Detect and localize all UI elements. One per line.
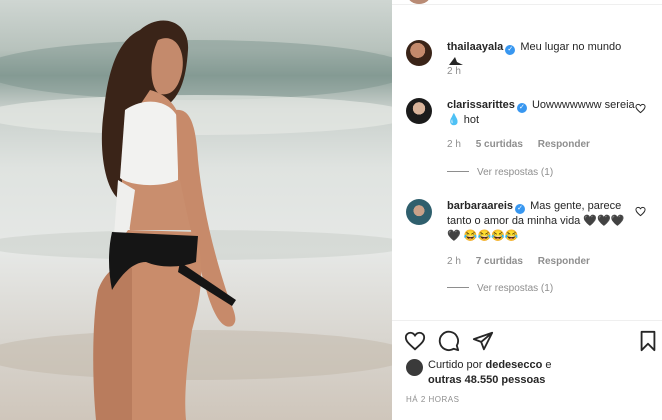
comment-meta: 2 h 7 curtidas Responder — [447, 256, 602, 267]
liker-avatar[interactable] — [406, 359, 423, 376]
liker-username[interactable]: dedesecco — [485, 359, 542, 371]
caption-time: 2 h — [447, 66, 461, 77]
post-timestamp[interactable]: HÁ 2 HORAS — [406, 395, 459, 404]
likes-prefix: Curtido por — [428, 359, 483, 371]
comment-time: 2 h — [447, 256, 461, 267]
caption-text: Meu lugar no mundo — [520, 41, 622, 53]
view-replies[interactable]: Ver respostas (1) — [447, 283, 553, 294]
verified-icon: ✓ — [516, 103, 527, 113]
likes-others[interactable]: outras 48.550 pessoas — [428, 374, 545, 386]
caption: thailaayala ✓ Meu lugar no mundo — [447, 40, 637, 70]
commenter-avatar[interactable] — [406, 199, 432, 225]
caption-meta: 2 h — [447, 66, 473, 77]
like-comment-heart-icon[interactable] — [635, 206, 646, 217]
comment-username[interactable]: barbaraareis — [447, 200, 513, 212]
comment-time: 2 h — [447, 139, 461, 150]
post-photo[interactable] — [0, 0, 392, 420]
heart-icon[interactable] — [404, 330, 426, 352]
comment-icon[interactable] — [438, 330, 460, 352]
comment-username[interactable]: clarissarittes — [447, 99, 515, 111]
comment-item: barbaraareis ✓ Mas gente, parece tanto o … — [447, 199, 637, 244]
view-replies-label[interactable]: Ver respostas (1) — [477, 283, 553, 294]
likes-connector: e — [545, 359, 552, 371]
view-replies-label[interactable]: Ver respostas (1) — [477, 167, 553, 178]
comment-likes-count[interactable]: 7 curtidas — [476, 256, 523, 267]
author-avatar[interactable] — [406, 40, 432, 66]
comments-panel: thailaayala ✓ Meu lugar no mundo 2 h clar… — [392, 0, 662, 420]
reply-button[interactable]: Responder — [538, 256, 590, 267]
like-comment-heart-icon[interactable] — [635, 103, 646, 114]
divider — [392, 4, 662, 5]
comment-likes-count[interactable]: 5 curtidas — [476, 139, 523, 150]
comment-item: clarissarittes ✓ Uowwwwwww sereia 💧 hot — [447, 98, 637, 128]
divider — [447, 287, 469, 288]
verified-icon: ✓ — [505, 45, 516, 55]
likes-summary: Curtido por dedesecco e outras 48.550 pe… — [428, 358, 628, 388]
shark-emoji-icon — [449, 57, 463, 65]
commenter-avatar[interactable] — [406, 98, 432, 124]
view-replies[interactable]: Ver respostas (1) — [447, 167, 553, 178]
author-username[interactable]: thailaayala — [447, 41, 503, 53]
actions-divider — [392, 320, 662, 321]
woman-figure — [93, 20, 236, 420]
share-icon[interactable] — [472, 330, 494, 352]
comment-meta: 2 h 5 curtidas Responder — [447, 139, 602, 150]
reply-button[interactable]: Responder — [538, 139, 590, 150]
divider — [447, 171, 469, 172]
verified-icon: ✓ — [515, 204, 526, 214]
bookmark-icon[interactable] — [638, 330, 658, 352]
